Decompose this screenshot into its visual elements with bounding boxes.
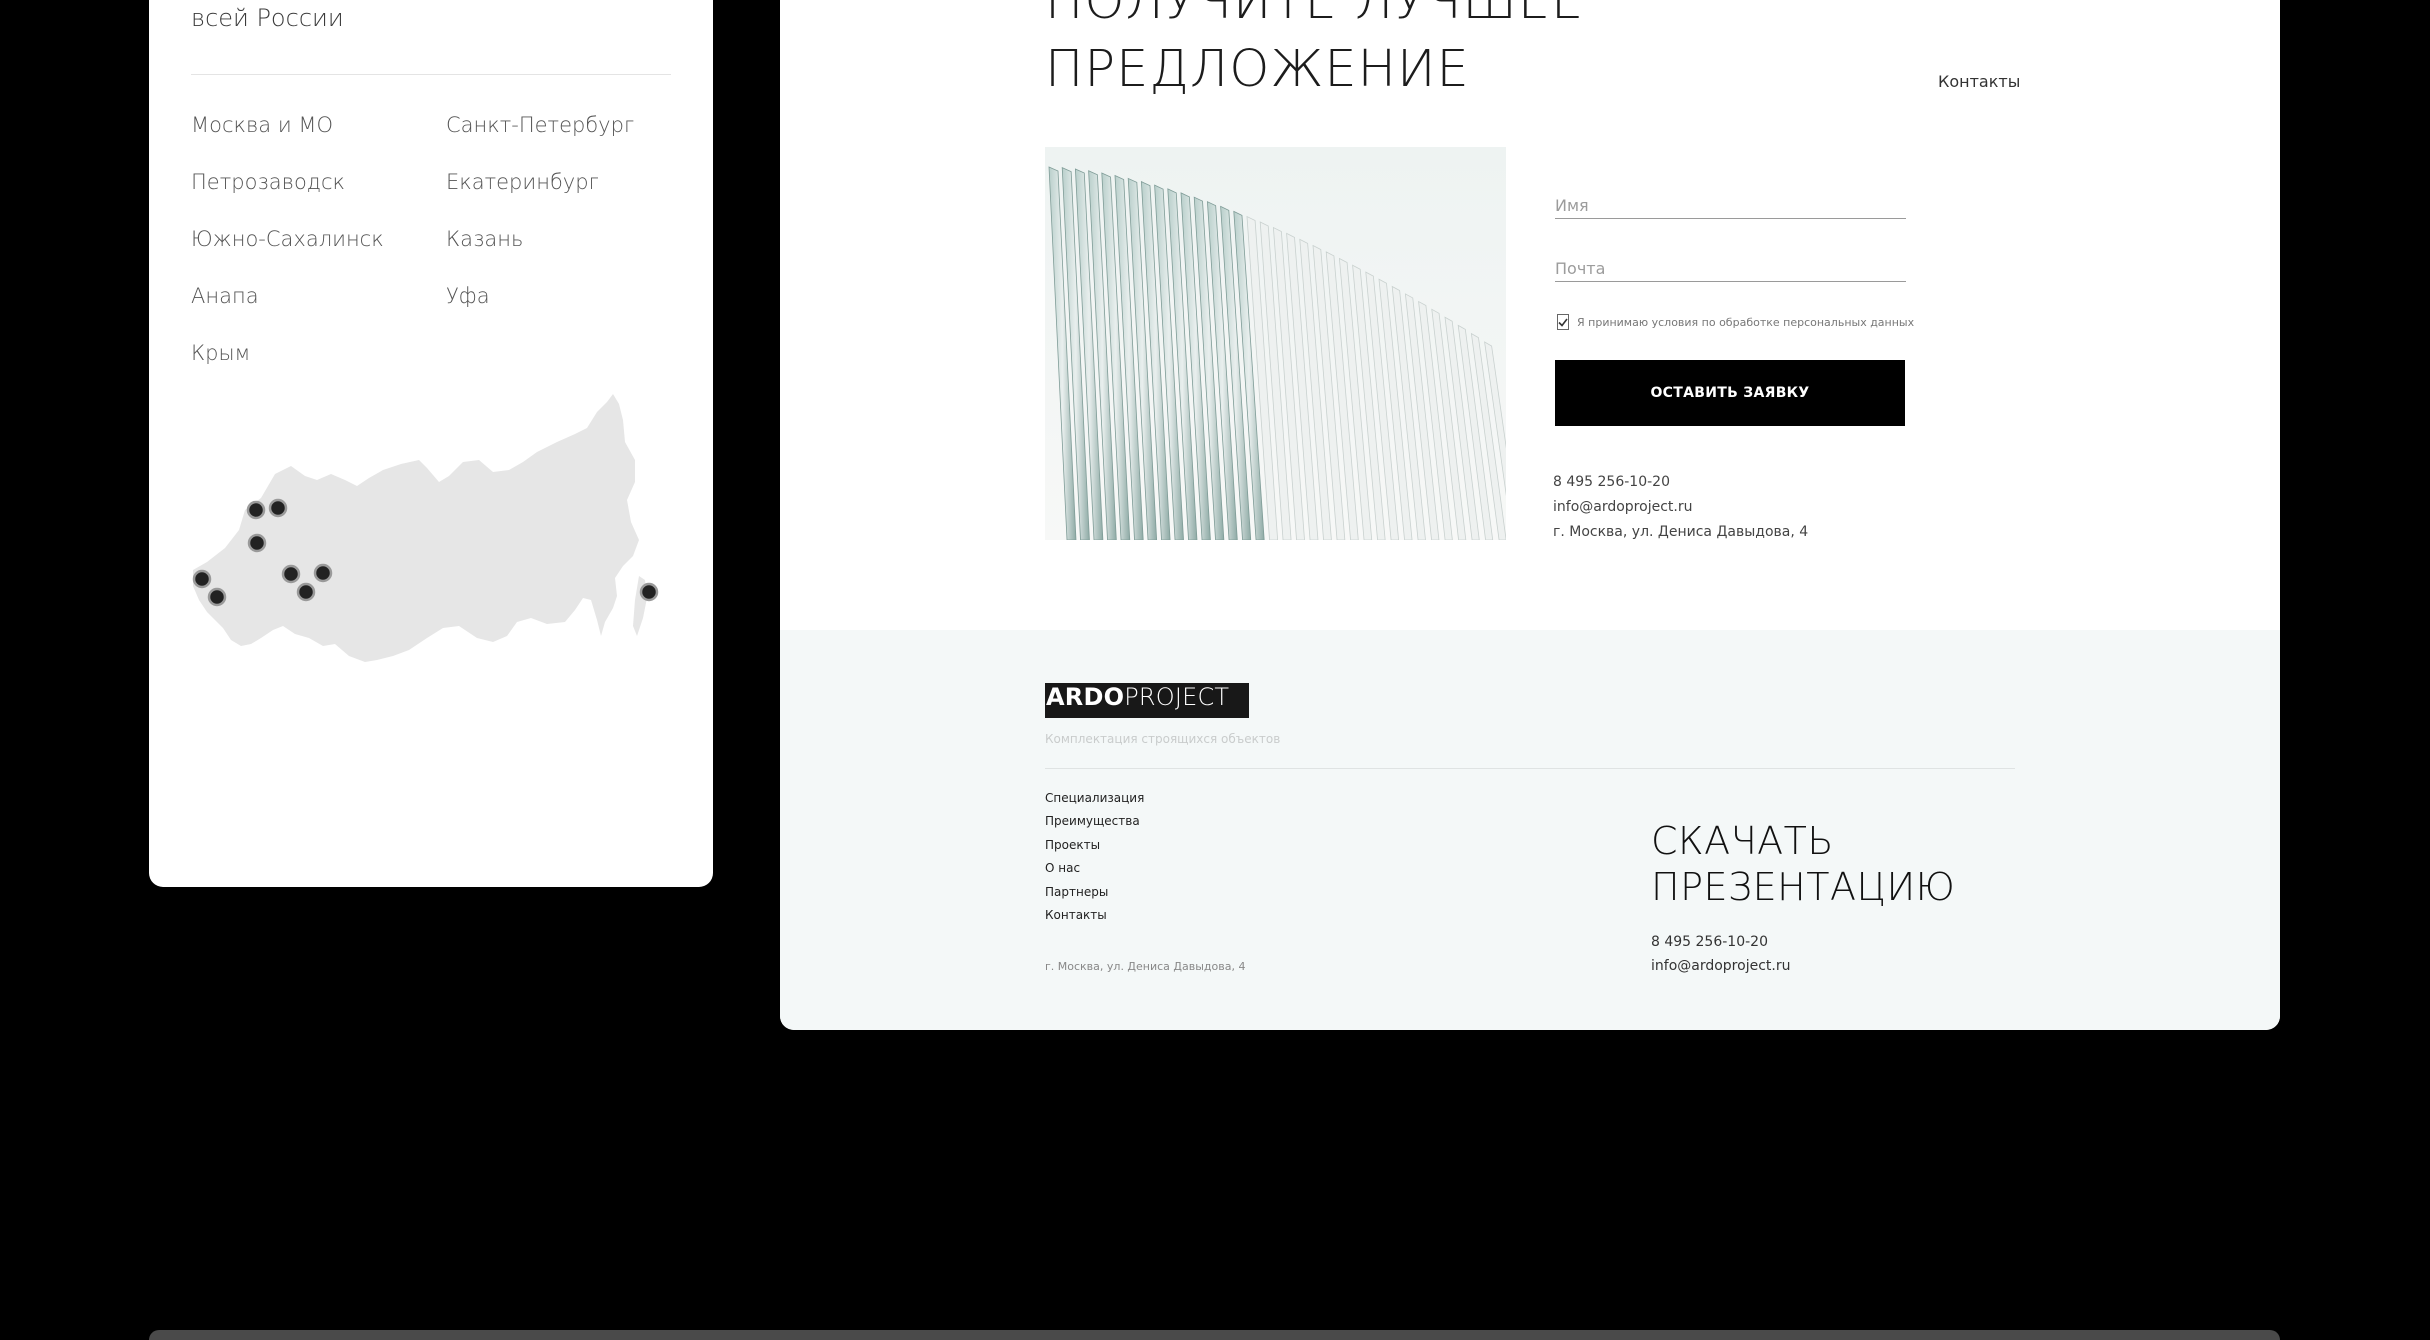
footer-nav-advantages[interactable]: Преимущества bbox=[1045, 810, 1144, 833]
regions-divider bbox=[191, 74, 671, 75]
offer-title-line1: ПОЛУЧИТЕ ЛУЧШЕЕ bbox=[1045, 0, 1585, 31]
russia-map-shape bbox=[193, 394, 639, 662]
city-anapa[interactable]: Анапа bbox=[191, 283, 446, 310]
city-ufa[interactable]: Уфа bbox=[446, 283, 671, 310]
check-icon bbox=[1558, 318, 1568, 327]
offer-title-line2: ПРЕДЛОЖЕНИЕ bbox=[1045, 40, 1470, 99]
marker-petrozavodsk[interactable] bbox=[268, 498, 288, 518]
marker-ufa[interactable] bbox=[296, 582, 316, 602]
offer-phone[interactable]: 8 495 256-10-20 bbox=[1553, 470, 1808, 495]
city-petrozavodsk[interactable]: Петрозаводск bbox=[191, 169, 446, 196]
download-line1: СКАЧАТЬ bbox=[1651, 819, 1834, 863]
site-footer: ARDOPROJECT Комплектация строящихся объе… bbox=[780, 630, 2280, 1030]
city-moscow[interactable]: Москва и МО bbox=[191, 112, 446, 139]
marker-yuzhno-sakhalinsk[interactable] bbox=[639, 582, 659, 602]
offer-email[interactable]: info@ardoproject.ru bbox=[1553, 495, 1808, 520]
footer-nav-about[interactable]: О нас bbox=[1045, 857, 1144, 880]
footer-nav-projects[interactable]: Проекты bbox=[1045, 834, 1144, 857]
footer-address: г. Москва, ул. Дениса Давыдова, 4 bbox=[1045, 960, 1246, 973]
download-line2: ПРЕЗЕНТАЦИЮ bbox=[1651, 865, 1956, 909]
marker-moscow[interactable] bbox=[247, 533, 267, 553]
consent-text: Я принимаю условия по обработке персонал… bbox=[1577, 315, 1915, 329]
logo-light: PROJECT bbox=[1124, 683, 1230, 711]
offer-contact-block: 8 495 256-10-20 info@ardoproject.ru г. М… bbox=[1553, 470, 1808, 545]
logo[interactable]: ARDOPROJECT bbox=[1045, 683, 1249, 718]
marker-anapa[interactable] bbox=[207, 587, 227, 607]
footer-nav-specialization[interactable]: Специализация bbox=[1045, 787, 1144, 810]
footer-nav-partners[interactable]: Партнеры bbox=[1045, 881, 1144, 904]
contacts-link[interactable]: Контакты bbox=[1938, 72, 2020, 91]
offer-card: ПОЛУЧИТЕ ЛУЧШЕЕ ПРЕДЛОЖЕНИЕ Контакты Имя… bbox=[780, 0, 2280, 1030]
city-yekaterinburg[interactable]: Екатеринбург bbox=[446, 169, 671, 196]
footer-nav: Специализация Преимущества Проекты О нас… bbox=[1045, 787, 1144, 927]
city-saint-petersburg[interactable]: Санкт-Петербург bbox=[446, 112, 671, 139]
submit-request-button[interactable]: ОСТАВИТЬ ЗАЯВКУ bbox=[1555, 360, 1905, 426]
city-kazan[interactable]: Казань bbox=[446, 226, 671, 253]
architecture-photo bbox=[1045, 147, 1506, 540]
footer-nav-contacts[interactable]: Контакты bbox=[1045, 904, 1144, 927]
city-list: Москва и МО Санкт-Петербург Петрозаводск… bbox=[191, 112, 671, 367]
marker-yekaterinburg[interactable] bbox=[313, 563, 333, 583]
marker-crimea[interactable] bbox=[192, 569, 212, 589]
city-crimea[interactable]: Крым bbox=[191, 340, 446, 367]
tagline: Комплектация строящихся объектов bbox=[1045, 732, 1281, 746]
footer-phone[interactable]: 8 495 256-10-20 bbox=[1651, 930, 1790, 954]
consent-checkbox[interactable] bbox=[1557, 314, 1569, 330]
offer-address: г. Москва, ул. Дениса Давыдова, 4 bbox=[1553, 524, 1809, 540]
footer-contacts: 8 495 256-10-20 info@ardoproject.ru bbox=[1651, 930, 1790, 978]
logo-bold: ARDO bbox=[1046, 683, 1125, 711]
footer-divider bbox=[1045, 768, 2015, 769]
consent-row: Я принимаю условия по обработке персонал… bbox=[1555, 314, 1914, 330]
city-yuzhno-sakhalinsk[interactable]: Южно-Сахалинск bbox=[191, 226, 446, 253]
marker-saint-petersburg[interactable] bbox=[246, 500, 266, 520]
regions-heading: всей России bbox=[191, 4, 344, 32]
name-input[interactable] bbox=[1555, 180, 1906, 219]
download-presentation-link[interactable]: СКАЧАТЬ ПРЕЗЕНТАЦИЮ bbox=[1651, 818, 1955, 910]
request-form: Я принимаю условия по обработке персонал… bbox=[1555, 180, 1914, 426]
next-section-edge bbox=[149, 1330, 2280, 1340]
offer-title: ПОЛУЧИТЕ ЛУЧШЕЕ ПРЕДЛОЖЕНИЕ bbox=[1045, 0, 1584, 104]
footer-email[interactable]: info@ardoproject.ru bbox=[1651, 954, 1790, 978]
marker-kazan[interactable] bbox=[281, 564, 301, 584]
russia-map bbox=[187, 390, 675, 670]
regions-card: всей России Москва и МО Санкт-Петербург … bbox=[149, 0, 713, 887]
page: всей России Москва и МО Санкт-Петербург … bbox=[0, 0, 2430, 1340]
email-input[interactable] bbox=[1555, 243, 1906, 282]
